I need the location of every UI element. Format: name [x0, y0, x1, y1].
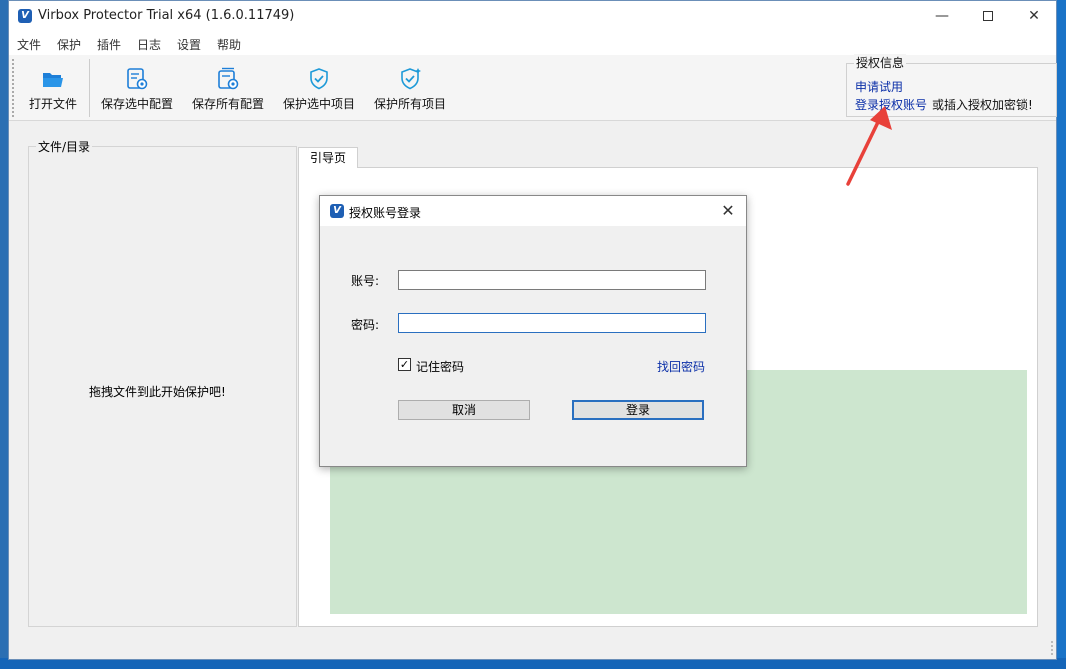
menu-log[interactable]: 日志 — [137, 36, 161, 53]
open-file-label: 打开文件 — [28, 97, 77, 111]
menu-bar: 文件 保护 插件 日志 设置 帮助 — [9, 31, 1056, 55]
password-label: 密码: — [351, 318, 380, 332]
red-annotation-arrow — [846, 106, 892, 186]
account-label: 账号: — [351, 274, 380, 288]
save-all-config-button[interactable]: 保存所有配置 — [190, 67, 266, 117]
title-bar[interactable]: V Virbox Protector Trial x64 (1.6.0.1174… — [9, 1, 1056, 31]
menu-file[interactable]: 文件 — [17, 36, 41, 53]
protect-all-button[interactable]: 保护所有项目 — [372, 67, 448, 117]
cancel-button[interactable]: 取消 — [398, 400, 530, 420]
toolbar-separator — [89, 59, 90, 117]
protect-selected-label: 保护选中项目 — [282, 97, 355, 111]
save-selected-config-label: 保存选中配置 — [100, 97, 173, 111]
files-panel-legend: 文件/目录 — [36, 138, 93, 155]
open-file-button[interactable]: 打开文件 — [25, 67, 81, 117]
remember-password-label[interactable]: 记住密码 — [416, 358, 464, 375]
account-input[interactable] — [398, 270, 706, 290]
shield-check-all-icon — [401, 68, 421, 90]
app-icon: V — [18, 9, 32, 23]
save-all-config-label: 保存所有配置 — [191, 97, 264, 111]
drag-hint: 拖拽文件到此开始保护吧! — [89, 385, 226, 399]
dialog-title: 授权账号登录 — [349, 206, 422, 220]
menu-plugins[interactable]: 插件 — [97, 36, 121, 53]
desktop-left-edge — [0, 0, 8, 669]
password-input[interactable] — [398, 313, 706, 333]
auth-info-legend: 授权信息 — [854, 54, 907, 71]
menu-help[interactable]: 帮助 — [217, 36, 241, 53]
toolbar-grip[interactable] — [12, 59, 14, 117]
forgot-password-link[interactable]: 找回密码 — [657, 358, 705, 375]
resize-grip[interactable] — [1041, 641, 1053, 655]
menu-settings[interactable]: 设置 — [177, 36, 201, 53]
minimize-button[interactable]: — — [919, 1, 965, 31]
dialog-app-icon: V — [330, 204, 344, 218]
protect-selected-button[interactable]: 保护选中项目 — [281, 67, 357, 117]
insert-dongle-text: 或插入授权加密锁! — [932, 98, 1033, 112]
dialog-title-bar[interactable]: V 授权账号登录 ✕ — [320, 196, 746, 226]
maximize-button[interactable] — [965, 1, 1011, 31]
dialog-close-button[interactable]: ✕ — [716, 200, 740, 222]
window-title: Virbox Protector Trial x64 (1.6.0.11749) — [38, 8, 295, 23]
protect-all-label: 保护所有项目 — [373, 97, 446, 111]
apply-trial-link[interactable]: 申请试用 — [855, 78, 903, 95]
close-button[interactable]: ✕ — [1011, 1, 1057, 31]
login-dialog: V 授权账号登录 ✕ 账号: 密码: ✓ 记住密码 找回密码 取消 登录 — [319, 195, 747, 467]
maximize-icon — [983, 11, 993, 21]
save-selected-config-button[interactable]: 保存选中配置 — [99, 67, 175, 117]
menu-protect[interactable]: 保护 — [57, 36, 81, 53]
config-document-icon — [127, 68, 148, 90]
login-button[interactable]: 登录 — [572, 400, 704, 420]
folder-open-icon — [43, 73, 63, 87]
config-all-icon — [218, 67, 239, 90]
shield-check-icon — [310, 68, 328, 90]
remember-password-checkbox[interactable]: ✓ — [398, 358, 411, 371]
tab-guide[interactable]: 引导页 — [298, 147, 358, 168]
